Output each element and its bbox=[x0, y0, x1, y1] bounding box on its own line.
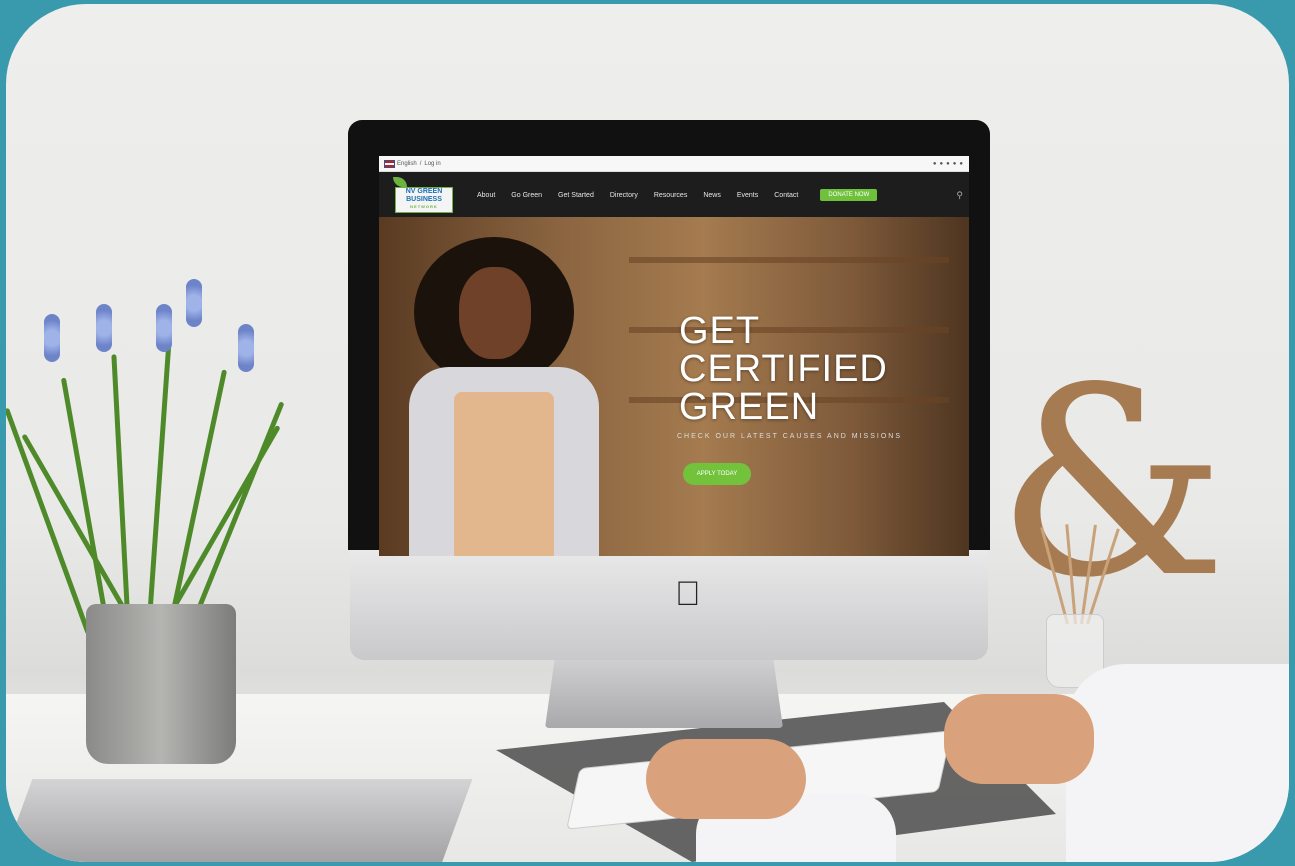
social-links: ● ● ● ● ● bbox=[933, 161, 963, 167]
login-link[interactable]: Log in bbox=[424, 161, 440, 167]
nav-item-news[interactable]: News bbox=[703, 192, 721, 199]
hand-right bbox=[944, 694, 1094, 784]
facebook-icon[interactable]: ● bbox=[940, 161, 944, 167]
flower-icon bbox=[44, 314, 60, 362]
instagram-icon[interactable]: ● bbox=[946, 161, 950, 167]
separator: / bbox=[419, 160, 422, 167]
nav-item-go-green[interactable]: Go Green bbox=[511, 192, 542, 199]
person-face bbox=[459, 267, 531, 359]
search-icon[interactable]: ⚲ bbox=[956, 190, 963, 201]
reed-diffuser bbox=[1036, 514, 1120, 625]
monitor-stand bbox=[545, 660, 783, 728]
hero-subtext: CHECK OUR LATEST CAUSES AND MISSIONS bbox=[677, 433, 902, 440]
main-navigation: NV GREEN BUSINESS NETWORK About Go Green… bbox=[379, 172, 969, 218]
apply-today-button[interactable]: APPLY TODAY bbox=[683, 463, 751, 485]
plant-pot bbox=[86, 604, 236, 764]
flower-icon bbox=[186, 279, 202, 327]
youtube-icon[interactable]: ● bbox=[959, 161, 963, 167]
nav-menu: About Go Green Get Started Directory Res… bbox=[477, 189, 878, 201]
logo-box: NV GREEN BUSINESS NETWORK bbox=[395, 187, 453, 213]
site-logo[interactable]: NV GREEN BUSINESS NETWORK bbox=[385, 175, 457, 215]
logo-line2: BUSINESS bbox=[406, 196, 442, 203]
language-label[interactable]: English bbox=[397, 161, 417, 167]
laptop bbox=[6, 779, 473, 862]
shop-shelf bbox=[629, 257, 949, 263]
nav-item-get-started[interactable]: Get Started bbox=[558, 192, 594, 199]
apple-icon:  bbox=[675, 577, 701, 611]
plant-leaves bbox=[6, 334, 286, 636]
top-utility-bar: English / Log in ● ● ● ● ● bbox=[379, 156, 969, 172]
headline-line2: CERTIFIED bbox=[679, 348, 888, 390]
twitter-icon[interactable]: ● bbox=[933, 161, 937, 167]
person-apron bbox=[454, 392, 554, 556]
hand-left bbox=[646, 739, 806, 819]
nav-item-contact[interactable]: Contact bbox=[774, 192, 798, 199]
language-selector[interactable]: English / Log in bbox=[384, 159, 441, 168]
nav-item-events[interactable]: Events bbox=[737, 192, 758, 199]
leaf-icon bbox=[393, 177, 407, 187]
flower-icon bbox=[156, 304, 172, 352]
nav-item-directory[interactable]: Directory bbox=[610, 192, 638, 199]
donate-button[interactable]: DONATE NOW bbox=[820, 189, 878, 201]
arm-sleeve-right bbox=[1066, 664, 1289, 862]
flower-icon bbox=[238, 324, 254, 372]
flower-icon bbox=[96, 304, 112, 352]
website-screen: English / Log in ● ● ● ● ● NV GREEN BUSI… bbox=[379, 156, 969, 556]
nav-item-about[interactable]: About bbox=[477, 192, 495, 199]
hero-banner: GET CERTIFIED GREEN CHECK OUR LATEST CAU… bbox=[379, 217, 969, 556]
hero-person-image bbox=[399, 237, 599, 556]
hero-headline: GET CERTIFIED GREEN bbox=[679, 312, 888, 426]
headline-line1: GET bbox=[679, 310, 761, 352]
monitor-chin bbox=[350, 550, 988, 660]
logo-line3: NETWORK bbox=[410, 204, 438, 209]
linkedin-icon[interactable]: ● bbox=[953, 161, 957, 167]
logo-line1: NV GREEN bbox=[405, 188, 443, 195]
flag-icon bbox=[384, 159, 395, 168]
nav-item-resources[interactable]: Resources bbox=[654, 192, 687, 199]
headline-line3: GREEN bbox=[679, 386, 820, 428]
